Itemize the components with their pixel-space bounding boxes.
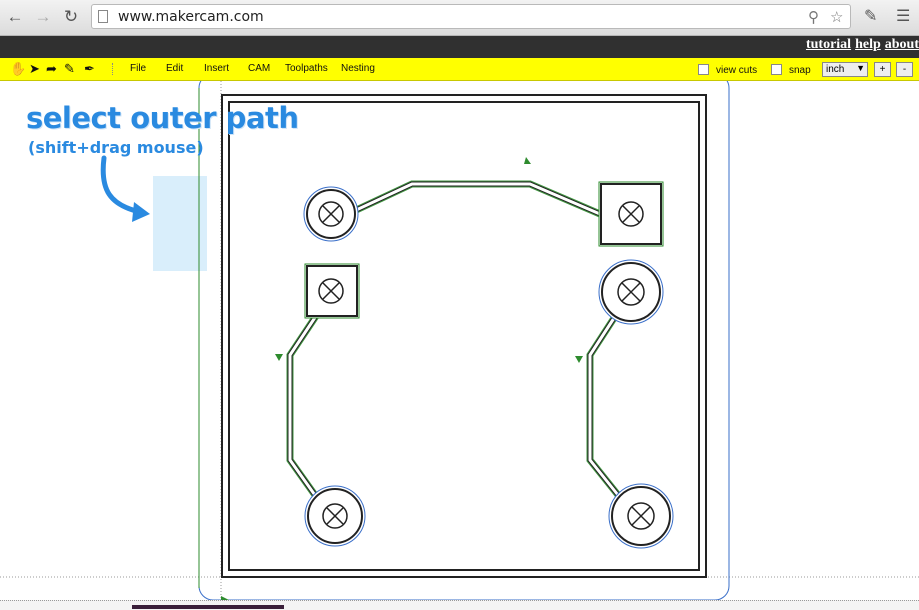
- unit-select[interactable]: inch ▼: [822, 62, 868, 77]
- view-cuts-label: view cuts: [716, 65, 758, 76]
- snap-label: snap: [789, 65, 811, 76]
- pen-tool-icon[interactable]: ✎: [64, 61, 75, 77]
- menu-edit[interactable]: Edit: [166, 63, 183, 74]
- annotation-arrow-icon: [100, 155, 150, 222]
- pointer-tool-icon[interactable]: ➤: [29, 61, 40, 77]
- help-link[interactable]: help: [855, 37, 881, 57]
- menu-file[interactable]: File: [130, 63, 146, 74]
- back-button[interactable]: ←: [4, 6, 26, 28]
- menu-insert[interactable]: Insert: [204, 63, 229, 74]
- zoom-out-button[interactable]: -: [896, 62, 913, 77]
- view-cuts-checkbox[interactable]: [698, 64, 709, 75]
- trace-top[interactable]: [350, 180, 602, 218]
- snap-checkbox[interactable]: [771, 64, 782, 75]
- url-text: www.makercam.com: [118, 9, 264, 25]
- arrow-left-icon: ←: [6, 7, 24, 26]
- status-strip-block: [132, 605, 284, 609]
- arrow-right-icon: →: [34, 7, 52, 26]
- toolpath-marker-top: [524, 157, 531, 164]
- reload-button[interactable]: ↻: [60, 6, 82, 28]
- site-header: [0, 36, 919, 58]
- menu-cam[interactable]: CAM: [248, 63, 270, 74]
- pad-right-bottom[interactable]: [608, 483, 674, 549]
- extension-icon[interactable]: ✎: [864, 6, 877, 26]
- search-icon[interactable]: ⚲: [808, 8, 819, 26]
- pad-top-right[interactable]: [598, 181, 664, 247]
- pad-left-square[interactable]: [304, 263, 360, 319]
- annotation-subtitle: (shift+drag mouse): [28, 138, 204, 157]
- unit-value: inch: [826, 64, 845, 75]
- page-icon: [98, 10, 108, 23]
- toolbar-divider: [112, 63, 113, 75]
- point-tool-icon[interactable]: ✒: [84, 61, 95, 77]
- app-toolbar: ✋ ➤ ➦ ✎ ✒ File Edit Insert CAM Toolpaths…: [0, 58, 919, 81]
- pad-right-top[interactable]: [598, 259, 664, 325]
- design-canvas[interactable]: [0, 81, 919, 609]
- pad-top-left[interactable]: [303, 186, 359, 242]
- address-bar[interactable]: www.makercam.com ⚲ ☆: [91, 4, 851, 29]
- menu-icon[interactable]: ☰: [896, 6, 910, 26]
- tutorial-link[interactable]: tutorial: [806, 37, 851, 57]
- menu-nesting[interactable]: Nesting: [341, 63, 375, 74]
- annotation-title: select outer path: [26, 101, 299, 135]
- zoom-in-button[interactable]: +: [874, 62, 891, 77]
- trace-left[interactable]: [286, 308, 325, 508]
- toolpath-marker-right: [575, 356, 583, 363]
- pad-left-bottom[interactable]: [304, 485, 366, 547]
- hand-tool-icon[interactable]: ✋: [10, 61, 26, 77]
- star-icon[interactable]: ☆: [830, 8, 843, 26]
- trace-right[interactable]: [586, 313, 625, 503]
- menu-toolpaths[interactable]: Toolpaths: [285, 63, 328, 74]
- node-tool-icon[interactable]: ➦: [46, 61, 57, 77]
- top-links: tutorial help about: [806, 37, 919, 57]
- about-link[interactable]: about: [885, 37, 919, 57]
- reload-icon: ↻: [63, 7, 79, 26]
- forward-button[interactable]: →: [32, 6, 54, 28]
- toolpath-marker-left: [275, 354, 283, 361]
- chevron-down-icon: ▼: [856, 63, 865, 73]
- browser-toolbar: ← → ↻ www.makercam.com ⚲ ☆ ✎ ☰: [0, 0, 919, 36]
